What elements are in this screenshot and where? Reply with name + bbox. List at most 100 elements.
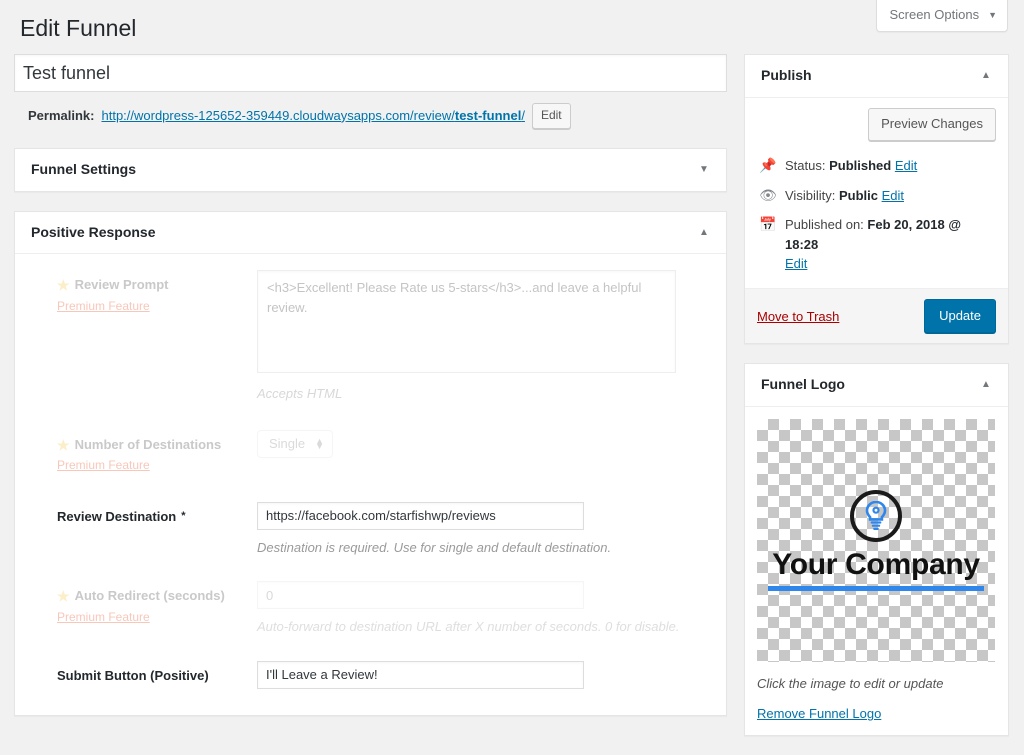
panel-publish-header[interactable]: Publish ▲ <box>745 55 1008 98</box>
edit-visibility-link[interactable]: Edit <box>882 188 904 203</box>
page-title: Edit Funnel <box>20 15 137 41</box>
field-row-auto-redirect: ★ Auto Redirect (seconds) Premium Featur… <box>31 581 710 637</box>
auto-redirect-input[interactable] <box>257 581 584 610</box>
panel-funnel-logo: Funnel Logo ▲ Your Company Click the ima… <box>744 363 1009 737</box>
permalink-link[interactable]: http://wordpress-125652-359449.cloudways… <box>101 106 524 127</box>
pin-icon: 📌 <box>759 157 777 174</box>
field-label-text: Auto Redirect (seconds) <box>74 588 225 604</box>
edit-status-link[interactable]: Edit <box>895 158 917 173</box>
publish-status-label: Status: <box>785 158 826 174</box>
star-icon: ★ <box>57 436 70 453</box>
preview-changes-button[interactable]: Preview Changes <box>868 107 996 142</box>
panel-funnel-settings: Funnel Settings ▼ <box>14 148 727 192</box>
field-input-submit-button-col <box>249 660 710 689</box>
logo-company-name: Your Company <box>772 547 980 581</box>
field-row-review-prompt: ★ Review Prompt Premium Feature <h3>Exce… <box>31 270 710 404</box>
permalink: Permalink: http://wordpress-125652-35944… <box>28 103 727 130</box>
premium-feature-link[interactable]: Premium Feature <box>57 608 150 627</box>
permalink-slug: test-funnel <box>454 107 522 123</box>
field-label-review-destination: Review Destination * <box>57 507 249 527</box>
main-column: Permalink: http://wordpress-125652-35944… <box>14 54 727 716</box>
permalink-url-suffix: / <box>521 107 525 123</box>
panel-positive-response-title: Positive Response <box>31 223 156 240</box>
field-label-auto-redirect: ★ Auto Redirect (seconds) <box>57 586 249 606</box>
panel-funnel-logo-body: Your Company Click the image to edit or … <box>745 407 1008 736</box>
screen-options-label: Screen Options <box>889 7 980 22</box>
panel-funnel-logo-title: Funnel Logo <box>761 376 845 393</box>
publish-visibility-value: Public <box>838 187 878 203</box>
field-row-review-destination: Review Destination * Destination is requi… <box>31 501 710 558</box>
screen-options-button[interactable]: Screen Options ▼ <box>876 0 1008 33</box>
publish-status-value: Published <box>829 158 892 174</box>
field-label-text: Submit Button (Positive) <box>57 667 209 683</box>
eye-icon: 👁 <box>759 186 777 203</box>
panel-funnel-logo-header[interactable]: Funnel Logo ▲ <box>745 364 1008 407</box>
publish-date-text: Published on: Feb 20, 2018 @ 18:28 Edit <box>785 215 996 274</box>
field-label-submit-button: Submit Button (Positive) <box>57 666 249 686</box>
panel-publish: Publish ▲ Preview Changes 📌 Status: Publ… <box>744 54 1009 345</box>
field-label-text: Number of Destinations <box>74 436 222 452</box>
field-label-number-of-destinations: ★ Number of Destinations <box>57 435 249 455</box>
publish-date-label: Published on: <box>785 217 864 233</box>
number-of-destinations-select[interactable]: Single ▲ ▼ <box>257 429 334 458</box>
funnel-logo-image[interactable]: Your Company <box>757 418 995 662</box>
star-icon: ★ <box>57 277 70 294</box>
stepper-arrows-icon: ▲ ▼ <box>315 435 325 451</box>
chevron-down-icon: ▼ <box>988 9 997 20</box>
premium-feature-link[interactable]: Premium Feature <box>57 297 150 316</box>
move-to-trash-link[interactable]: Move to Trash <box>757 309 839 324</box>
submit-button-text-input[interactable] <box>257 660 584 689</box>
field-input-number-of-destinations-col: Single ▲ ▼ <box>249 429 710 458</box>
panel-positive-response-body: ★ Review Prompt Premium Feature <h3>Exce… <box>15 254 726 714</box>
screen-options-region: Screen Options ▼ <box>876 0 1008 33</box>
panel-funnel-settings-title: Funnel Settings <box>31 161 136 178</box>
publish-date-row: 📅 Published on: Feb 20, 2018 @ 18:28 Edi… <box>757 212 996 276</box>
chevron-down-icon[interactable]: ▼ <box>694 164 714 175</box>
chevron-up-icon[interactable]: ▲ <box>694 227 714 238</box>
sidebar-column: Publish ▲ Preview Changes 📌 Status: Publ… <box>744 54 1009 755</box>
edit-published-on-link[interactable]: Edit <box>785 254 807 274</box>
panel-positive-response-header[interactable]: Positive Response ▲ <box>15 212 726 255</box>
permalink-label: Permalink: <box>28 107 95 123</box>
calendar-icon: 📅 <box>759 216 777 233</box>
field-label-text: Review Prompt <box>74 277 169 293</box>
field-row-number-of-destinations: ★ Number of Destinations Premium Feature… <box>31 429 710 476</box>
required-asterisk: * <box>181 510 186 523</box>
panel-publish-title: Publish <box>761 67 812 83</box>
field-label-review-destination-col: Review Destination * <box>31 502 249 527</box>
edit-permalink-button[interactable]: Edit <box>531 103 571 130</box>
chevron-up-icon[interactable]: ▲ <box>976 380 996 390</box>
star-icon: ★ <box>57 587 70 604</box>
lightbulb-icon <box>850 489 902 542</box>
publish-status-text: Status: Published Edit <box>785 156 917 176</box>
field-label-review-prompt-col: ★ Review Prompt Premium Feature <box>31 270 249 316</box>
preview-row: Preview Changes <box>757 107 996 142</box>
panel-publish-body: Preview Changes 📌 Status: Published Edit… <box>745 98 1008 288</box>
review-destination-help: Destination is required. Use for single … <box>257 539 612 555</box>
remove-funnel-logo-link[interactable]: Remove Funnel Logo <box>757 706 881 721</box>
review-destination-input[interactable] <box>257 501 584 530</box>
auto-redirect-help: Auto-forward to destination URL after X … <box>257 619 680 635</box>
number-of-destinations-value: Single <box>269 436 306 452</box>
publish-visibility-row: 👁 Visibility: Public Edit <box>757 183 996 213</box>
chevron-up-icon[interactable]: ▲ <box>976 70 996 81</box>
review-prompt-help: Accepts HTML <box>257 386 343 402</box>
publish-actions: Move to Trash Update <box>745 287 1008 344</box>
field-label-auto-redirect-col: ★ Auto Redirect (seconds) Premium Featur… <box>31 581 249 627</box>
funnel-title-input[interactable] <box>14 54 727 92</box>
publish-visibility-label: Visibility: <box>785 187 836 203</box>
funnel-logo-caption: Click the image to edit or update <box>757 675 944 691</box>
field-label-text: Review Destination <box>57 508 177 524</box>
panel-funnel-settings-header[interactable]: Funnel Settings ▼ <box>15 149 726 191</box>
field-label-review-prompt: ★ Review Prompt <box>57 275 249 295</box>
field-label-submit-button-col: Submit Button (Positive) <box>31 661 249 686</box>
publish-visibility-text: Visibility: Public Edit <box>785 186 904 206</box>
field-label-number-of-destinations-col: ★ Number of Destinations Premium Feature <box>31 430 249 476</box>
field-input-auto-redirect-col: Auto-forward to destination URL after X … <box>249 581 710 637</box>
logo-accent-bar <box>768 585 984 591</box>
premium-feature-link[interactable]: Premium Feature <box>57 456 150 475</box>
update-button[interactable]: Update <box>924 298 996 334</box>
review-prompt-textarea[interactable]: <h3>Excellent! Please Rate us 5-stars</h… <box>257 270 676 374</box>
panel-positive-response: Positive Response ▲ ★ Review Prompt Prem… <box>14 210 727 716</box>
field-input-review-prompt-col: <h3>Excellent! Please Rate us 5-stars</h… <box>249 270 710 404</box>
